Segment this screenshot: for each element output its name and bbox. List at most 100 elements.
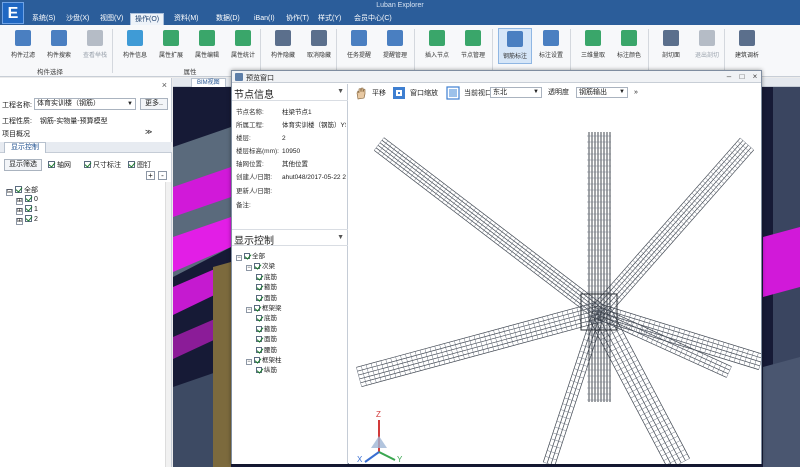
checkbox-checked-icon[interactable]	[256, 284, 262, 291]
checkbox-checked-icon[interactable]	[15, 186, 22, 193]
left-panel-scrollbar[interactable]	[165, 182, 171, 467]
menu-item-5[interactable]: 数据(D)	[212, 13, 244, 25]
rebar-3d-viewport[interactable]: Z Y X	[349, 102, 761, 464]
axis-grid-checkbox[interactable]: 轴网	[48, 160, 71, 170]
expand-icon[interactable]: ⊞	[16, 198, 23, 205]
app-logo[interactable]: E	[2, 2, 24, 24]
display-tree-item[interactable]: 面筋	[256, 333, 277, 343]
menu-item-8[interactable]: 样式(Y)	[314, 13, 345, 25]
more-button[interactable]: 更多..	[140, 98, 168, 110]
menu-item-9[interactable]: 会员中心(C)	[350, 13, 396, 25]
checkbox-checked-icon[interactable]	[25, 195, 32, 202]
checkbox-checked-icon[interactable]	[254, 263, 260, 270]
measure-3d-button[interactable]: 三维量取	[576, 28, 610, 64]
dimension-checkbox[interactable]: 尺寸标注	[84, 160, 121, 170]
transparency-select[interactable]: 钢筋输出 ▼	[576, 87, 628, 98]
collapse-icon[interactable]: ⊟	[6, 189, 13, 196]
display-tree-item[interactable]: 底筋	[256, 312, 277, 322]
info-button[interactable]: 构件信息	[118, 28, 152, 64]
close-icon[interactable]: ×	[162, 80, 167, 90]
collapse-icon[interactable]: −	[246, 307, 252, 313]
checkbox-checked-icon[interactable]	[256, 294, 262, 301]
insert-node-button[interactable]: 插入节点	[420, 28, 454, 64]
menu-item-6[interactable]: iBan(I)	[250, 13, 279, 25]
tab-display-control[interactable]: 显示控制	[4, 142, 46, 153]
collapse-icon[interactable]: −	[236, 255, 242, 261]
display-tree-item[interactable]: − 全部	[236, 250, 265, 261]
attribute-stats-button[interactable]: 属性统计	[226, 28, 260, 64]
section-plane-button[interactable]: 剖切面	[654, 28, 688, 64]
expand-all-button[interactable]: +	[146, 171, 155, 180]
current-view-select[interactable]: 东北 ▼	[490, 87, 542, 98]
unhide-button[interactable]: 取消隐藏	[302, 28, 336, 64]
menu-item-2[interactable]: 视图(V)	[96, 13, 127, 25]
collapse-icon[interactable]: −	[246, 359, 252, 365]
checkbox-checked-icon[interactable]	[25, 215, 32, 222]
menu-item-0[interactable]: 系统(S)	[28, 13, 59, 25]
checkbox-checked-icon[interactable]	[256, 367, 262, 374]
checkbox-checked-icon[interactable]	[254, 305, 260, 311]
checkbox-checked-icon[interactable]	[256, 273, 262, 280]
expand-icon[interactable]: ⊞	[16, 208, 23, 215]
filter-button[interactable]: 构件过滤	[6, 28, 40, 64]
beam-ne-stirrup	[678, 208, 693, 221]
floor-tree-item[interactable]: ⊞ 1	[16, 205, 38, 215]
stack-button[interactable]: 查看举栈	[78, 28, 112, 64]
menu-item-7[interactable]: 协作(T)	[282, 13, 313, 25]
more-tools-icon[interactable]: »	[634, 86, 638, 100]
display-tree-item[interactable]: 底筋	[256, 271, 277, 281]
close-icon[interactable]: ×	[749, 71, 761, 83]
checkbox-checked-icon[interactable]	[244, 253, 250, 259]
display-tree-item[interactable]: − 次梁	[246, 260, 275, 272]
project-name-select[interactable]: 体育实训楼（钢筋） ▼	[34, 98, 136, 110]
checkbox-checked-icon[interactable]	[256, 325, 262, 332]
menu-item-4[interactable]: 资料(M)	[170, 13, 203, 25]
reminder-manage-button[interactable]: 提醒管理	[378, 28, 412, 64]
tag-settings-button[interactable]: 标注设置	[534, 28, 568, 64]
maximize-icon[interactable]: □	[736, 71, 748, 83]
display-tree-item[interactable]: 面筋	[256, 292, 277, 302]
exit-section-button[interactable]: 退出剖切	[690, 28, 724, 64]
attribute-edit-button[interactable]: 属性编辑	[190, 28, 224, 64]
display-tree-item[interactable]: 箍筋	[256, 323, 277, 333]
node-info-row: 所属工程: 体育实训楼（钢筋）YS	[236, 119, 346, 129]
checkbox-checked-icon[interactable]	[25, 205, 32, 212]
checkbox-checked-icon[interactable]	[256, 346, 262, 353]
rebar-tag-button[interactable]: 钢筋标注	[498, 28, 532, 64]
collapse-all-button[interactable]: -	[158, 171, 167, 180]
bell-button[interactable]: 任务提醒	[342, 28, 376, 64]
display-tree-item[interactable]: 纵筋	[256, 364, 277, 374]
beam-ne-bar	[602, 147, 752, 316]
collapse-icon[interactable]: −	[246, 265, 252, 272]
collapse-icon[interactable]: ≫	[145, 128, 152, 136]
display-tree-item[interactable]: − 框架柱	[246, 354, 282, 365]
pan-button[interactable]: 平移	[354, 86, 386, 101]
project-overview-header[interactable]: 项目概况	[2, 129, 30, 139]
checkbox-checked-icon[interactable]	[256, 315, 262, 322]
floor-tree-item[interactable]: ⊞ 0	[16, 195, 38, 205]
display-tree-item[interactable]: − 框架梁	[246, 302, 282, 313]
tag-color-button[interactable]: 标注颜色	[612, 28, 646, 64]
checkbox-checked-icon[interactable]	[254, 357, 260, 363]
building-analysis-button[interactable]: 建筑调析	[730, 28, 764, 64]
node-info-key: 备注:	[236, 202, 251, 209]
hide-button[interactable]: 构件隐藏	[266, 28, 300, 64]
checkbox-checked-icon[interactable]	[256, 336, 262, 343]
search-button[interactable]: 构件搜索	[42, 28, 76, 64]
zoom-window-button[interactable]: 窗口缩放	[392, 86, 438, 101]
attribute-extend-button[interactable]: 属性扩展	[154, 28, 188, 64]
pin-checkbox[interactable]: 图钉	[128, 160, 151, 170]
tab-bim-view[interactable]: BIM视图	[191, 78, 226, 87]
display-filter-button[interactable]: 显示筛选	[4, 159, 42, 171]
menu-item-1[interactable]: 沙盘(X)	[62, 13, 93, 25]
display-tree-item[interactable]: 腰筋	[256, 344, 277, 354]
display-tree-item[interactable]: 箍筋	[256, 281, 277, 291]
chevron-down-icon[interactable]: ▼	[337, 88, 344, 95]
floor-tree-item[interactable]: ⊞ 2	[16, 215, 38, 225]
menu-item-3[interactable]: 操作(O)	[130, 13, 165, 25]
beam-ne-stirrup	[675, 211, 690, 224]
minimize-icon[interactable]: –	[723, 71, 735, 83]
chevron-down-icon[interactable]: ▼	[337, 234, 344, 241]
node-manage-button[interactable]: 节点管理	[456, 28, 490, 64]
expand-icon[interactable]: ⊞	[16, 218, 23, 225]
